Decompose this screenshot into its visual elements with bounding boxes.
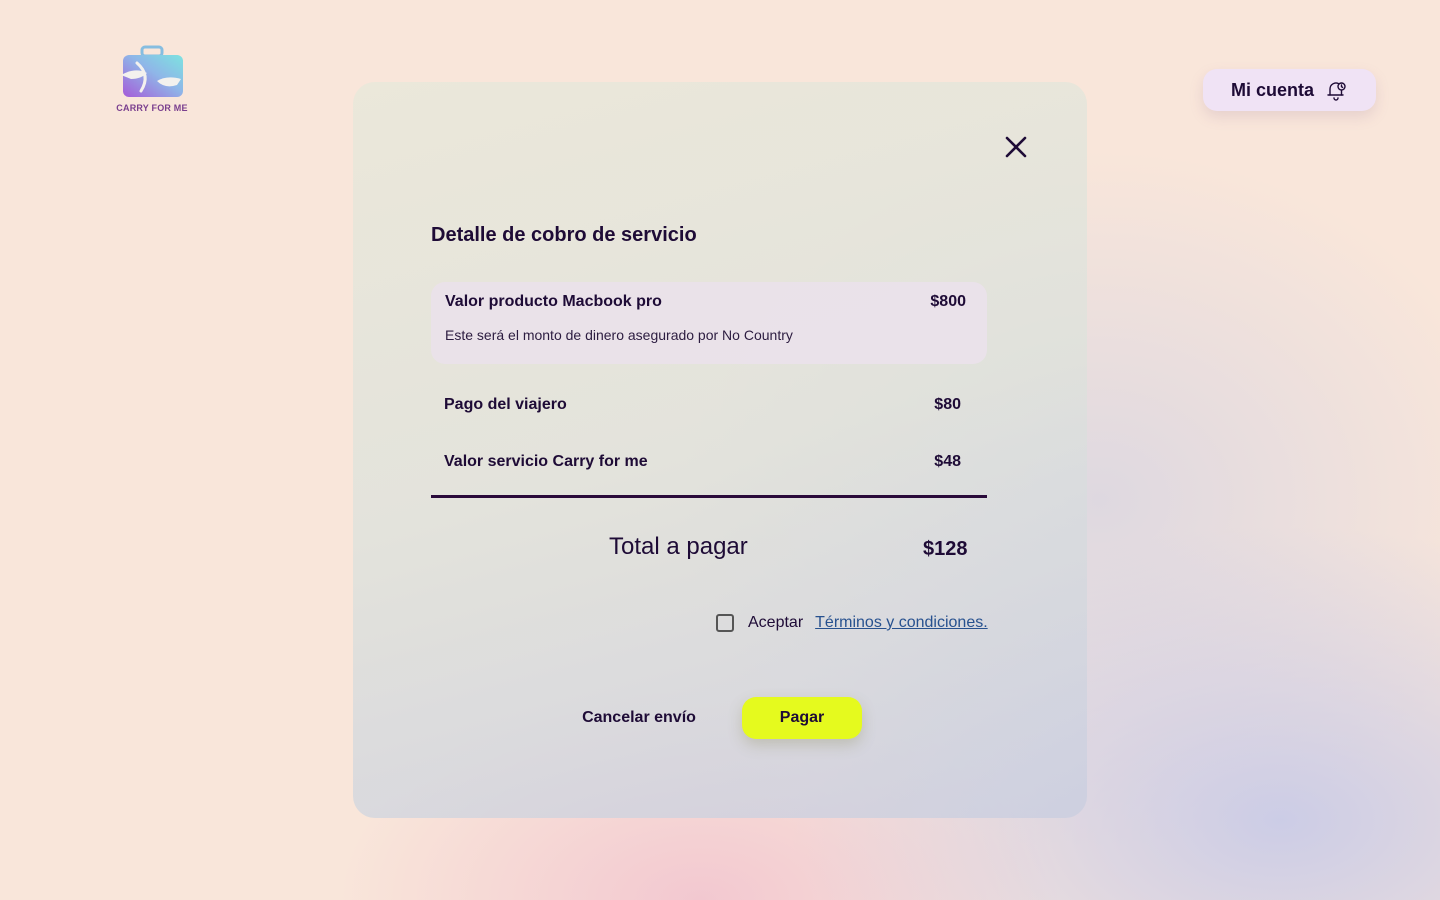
- product-label: Valor producto Macbook pro: [445, 293, 662, 310]
- row-label: Valor servicio Carry for me: [444, 453, 648, 470]
- terms-link[interactable]: Términos y condiciones.: [815, 614, 988, 632]
- product-value-card: Valor producto Macbook pro $800 Este ser…: [431, 282, 987, 364]
- service-fee-row: Valor servicio Carry for me $48: [431, 453, 987, 475]
- my-account-button[interactable]: Mi cuenta: [1203, 69, 1376, 111]
- terms-row: Aceptar Términos y condiciones.: [716, 612, 988, 634]
- row-value: $80: [934, 396, 961, 413]
- close-icon: [1005, 136, 1027, 158]
- row-value: $48: [934, 453, 961, 470]
- row-label: Pago del viajero: [444, 396, 567, 413]
- suitcase-logo-icon: [121, 45, 183, 97]
- logo-text: CARRY FOR ME: [116, 103, 188, 113]
- modal-title: Detalle de cobro de servicio: [431, 224, 697, 246]
- accept-label: Aceptar: [748, 614, 804, 631]
- accept-terms-checkbox[interactable]: [716, 614, 734, 632]
- cancel-shipment-button[interactable]: Cancelar envío: [569, 697, 709, 739]
- product-price: $800: [930, 293, 966, 310]
- bell-notification-icon: [1327, 82, 1346, 101]
- carry-for-me-logo[interactable]: CARRY FOR ME: [112, 45, 192, 115]
- total-value: $128: [923, 538, 968, 560]
- close-button[interactable]: [1003, 134, 1029, 160]
- total-label: Total a pagar: [609, 533, 748, 560]
- traveler-payment-row: Pago del viajero $80: [431, 396, 987, 418]
- insurance-note: Este será el monto de dinero asegurado p…: [445, 327, 793, 343]
- total-divider: [431, 495, 987, 498]
- account-label: Mi cuenta: [1230, 79, 1314, 100]
- pay-button[interactable]: Pagar: [742, 697, 862, 739]
- payment-detail-modal: Detalle de cobro de servicio Valor produ…: [353, 82, 1087, 818]
